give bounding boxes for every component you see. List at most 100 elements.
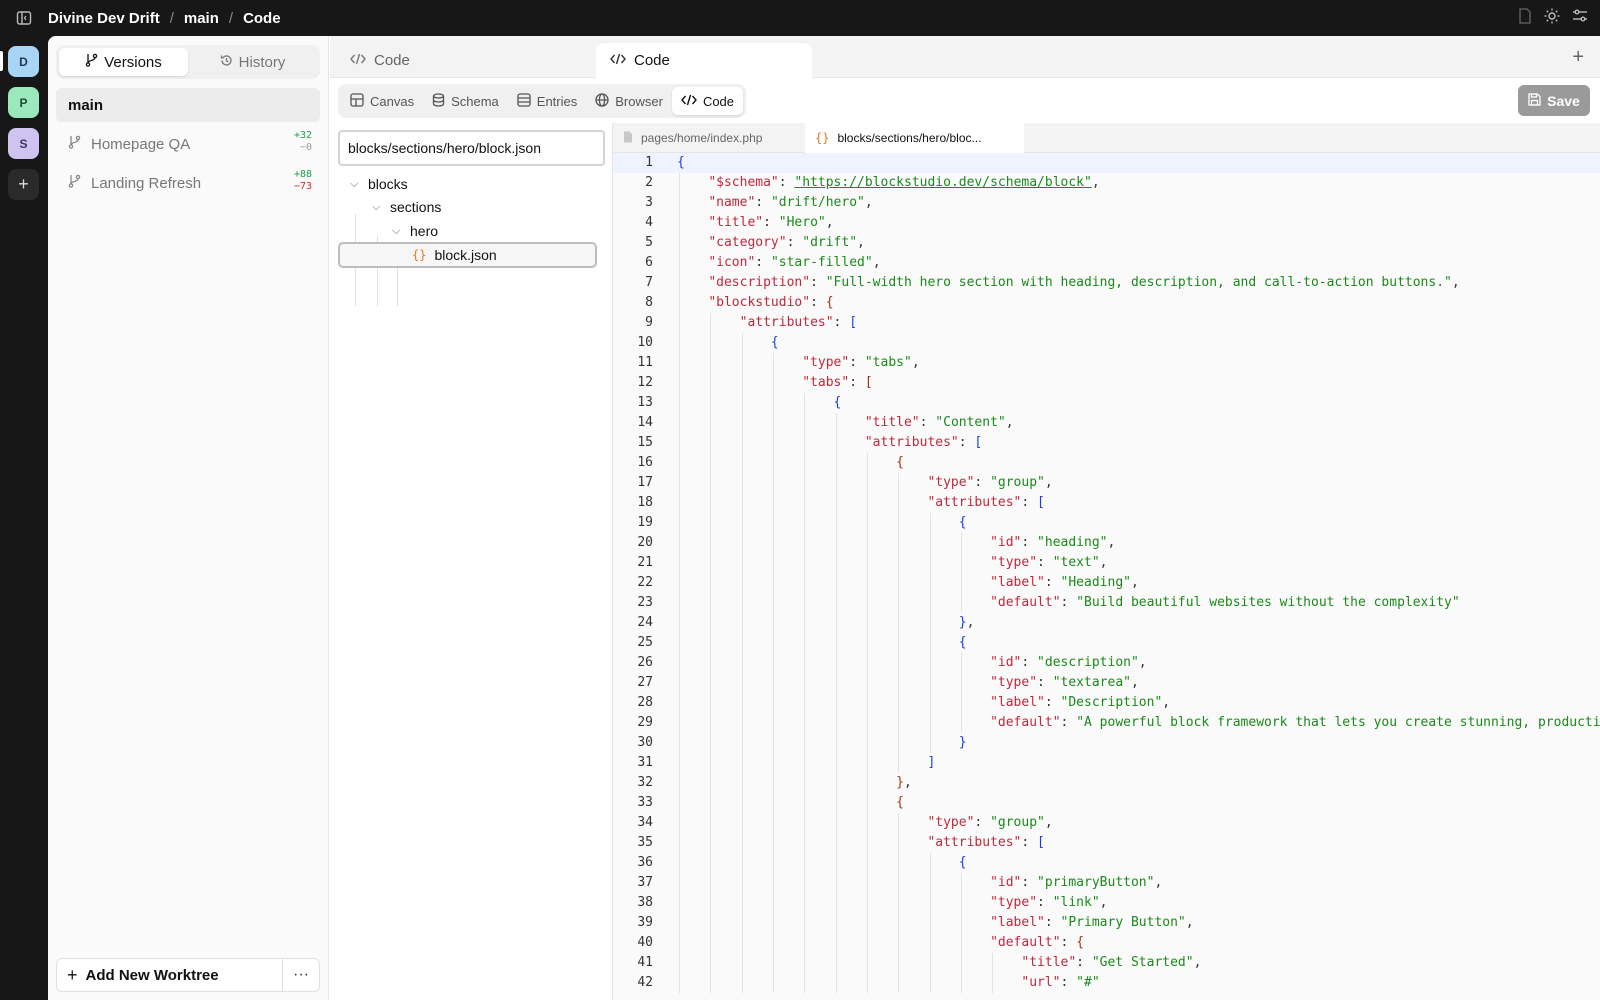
- code-line[interactable]: 18 "attributes": [: [613, 493, 1600, 513]
- code-line[interactable]: 1{: [613, 153, 1600, 173]
- code-line[interactable]: 33 {: [613, 793, 1600, 813]
- versions-sidebar: Versions History main Homepage QA +32 −0…: [48, 36, 329, 1000]
- mode-code[interactable]: Code: [671, 87, 744, 115]
- code-line[interactable]: 17 "type": "group",: [613, 473, 1600, 493]
- tree-node-block-json[interactable]: {} block.json: [338, 242, 597, 268]
- code-line[interactable]: 16 {: [613, 453, 1600, 473]
- file-path-input[interactable]: [338, 130, 605, 166]
- code-content[interactable]: 1{2 "$schema": "https://blockstudio.dev/…: [613, 153, 1600, 1000]
- code-line[interactable]: 20 "id": "heading",: [613, 533, 1600, 553]
- json-file-icon: {}: [412, 248, 427, 262]
- code-line[interactable]: 12 "tabs": [: [613, 373, 1600, 393]
- code-line[interactable]: 10 {: [613, 333, 1600, 353]
- tree-node-label: blocks: [368, 176, 408, 192]
- code-line[interactable]: 14 "title": "Content",: [613, 413, 1600, 433]
- panel-tab-code-2[interactable]: Code: [596, 43, 812, 78]
- branch-icon: [85, 53, 98, 71]
- code-icon: [350, 52, 366, 69]
- code-line[interactable]: 3 "name": "drift/hero",: [613, 193, 1600, 213]
- line-text: "label": "Primary Button",: [990, 915, 1194, 930]
- code-line[interactable]: 21 "type": "text",: [613, 553, 1600, 573]
- mode-browser[interactable]: Browser: [586, 87, 672, 115]
- code-line[interactable]: 41 "title": "Get Started",: [613, 953, 1600, 973]
- code-line[interactable]: 40 "default": {: [613, 933, 1600, 953]
- code-line[interactable]: 5 "category": "drift",: [613, 233, 1600, 253]
- mode-label: Schema: [451, 93, 499, 109]
- file-tab-block-json[interactable]: {} blocks/sections/hero/bloc...: [805, 123, 1024, 153]
- code-line[interactable]: 11 "type": "tabs",: [613, 353, 1600, 373]
- worktree-name: Landing Refresh: [91, 174, 202, 192]
- workspace-s[interactable]: S: [8, 128, 39, 159]
- code-line[interactable]: 30 }: [613, 733, 1600, 753]
- panel-tab-code-1[interactable]: Code: [336, 43, 552, 78]
- branch-main[interactable]: main: [56, 88, 320, 122]
- mode-canvas[interactable]: Canvas: [341, 87, 423, 115]
- code-line[interactable]: 24 },: [613, 613, 1600, 633]
- tab-history[interactable]: History: [188, 48, 317, 76]
- tree-node-blocks[interactable]: ⌵ blocks: [350, 173, 408, 195]
- breadcrumb-project[interactable]: Divine Dev Drift: [48, 10, 160, 27]
- code-line[interactable]: 15 "attributes": [: [613, 433, 1600, 453]
- file-tab-index-php[interactable]: pages/home/index.php: [613, 123, 805, 153]
- workspace-d[interactable]: D: [8, 46, 39, 77]
- code-line[interactable]: 13 {: [613, 393, 1600, 413]
- settings-sliders-icon[interactable]: [1572, 8, 1588, 29]
- add-worktree-button[interactable]: + Add New Worktree: [57, 959, 283, 991]
- save-button[interactable]: Save: [1518, 85, 1590, 116]
- worktree-item-landing-refresh[interactable]: Landing Refresh +88 −73: [56, 167, 320, 199]
- more-options-button[interactable]: ···: [283, 959, 319, 991]
- line-text: "default": "Build beautiful websites wit…: [990, 595, 1460, 610]
- add-tab-button[interactable]: +: [1572, 46, 1584, 69]
- code-line[interactable]: 6 "icon": "star-filled",: [613, 253, 1600, 273]
- line-text: {: [677, 155, 685, 170]
- mode-entries[interactable]: Entries: [508, 87, 586, 115]
- code-line[interactable]: 22 "label": "Heading",: [613, 573, 1600, 593]
- code-line[interactable]: 42 "url": "#": [613, 973, 1600, 993]
- workspace-p[interactable]: P: [8, 87, 39, 118]
- line-text: "$schema": "https://blockstudio.dev/sche…: [708, 175, 1100, 190]
- code-line[interactable]: 37 "id": "primaryButton",: [613, 873, 1600, 893]
- line-number: 4: [645, 215, 653, 230]
- tree-node-hero[interactable]: ⌵ hero: [392, 220, 438, 242]
- code-line[interactable]: 31 ]: [613, 753, 1600, 773]
- line-number: 42: [637, 975, 653, 990]
- line-number: 29: [637, 715, 653, 730]
- code-line[interactable]: 2 "$schema": "https://blockstudio.dev/sc…: [613, 173, 1600, 193]
- code-line[interactable]: 29 "default": "A powerful block framewor…: [613, 713, 1600, 733]
- breadcrumb-branch[interactable]: main: [184, 10, 219, 27]
- line-number: 12: [637, 375, 653, 390]
- sidebar-toggle-icon[interactable]: [0, 10, 48, 26]
- code-line[interactable]: 4 "title": "Hero",: [613, 213, 1600, 233]
- worktree-name: Homepage QA: [91, 135, 191, 153]
- document-icon[interactable]: [1518, 8, 1532, 29]
- add-workspace-button[interactable]: +: [8, 169, 39, 200]
- code-line[interactable]: 36 {: [613, 853, 1600, 873]
- code-line[interactable]: 9 "attributes": [: [613, 313, 1600, 333]
- lines-removed: −0: [299, 142, 312, 153]
- code-line[interactable]: 8 "blockstudio": {: [613, 293, 1600, 313]
- tree-node-sections[interactable]: ⌵ sections: [372, 196, 441, 218]
- code-line[interactable]: 35 "attributes": [: [613, 833, 1600, 853]
- database-icon: [432, 92, 445, 110]
- line-text: {: [958, 635, 967, 650]
- code-line[interactable]: 34 "type": "group",: [613, 813, 1600, 833]
- line-text: "description": "Full-width hero section …: [708, 275, 1460, 290]
- sun-icon[interactable]: [1544, 8, 1560, 29]
- code-line[interactable]: 39 "label": "Primary Button",: [613, 913, 1600, 933]
- mode-schema[interactable]: Schema: [423, 87, 508, 115]
- code-line[interactable]: 38 "type": "link",: [613, 893, 1600, 913]
- worktree-item-homepage-qa[interactable]: Homepage QA +32 −0: [56, 128, 320, 160]
- line-number: 18: [637, 495, 653, 510]
- tab-versions[interactable]: Versions: [59, 48, 188, 76]
- code-line[interactable]: 32 },: [613, 773, 1600, 793]
- line-text: "type": "text",: [990, 555, 1108, 570]
- code-line[interactable]: 19 {: [613, 513, 1600, 533]
- code-line[interactable]: 25 {: [613, 633, 1600, 653]
- code-line[interactable]: 28 "label": "Description",: [613, 693, 1600, 713]
- code-line[interactable]: 26 "id": "description",: [613, 653, 1600, 673]
- line-number: 34: [637, 815, 653, 830]
- code-line[interactable]: 23 "default": "Build beautiful websites …: [613, 593, 1600, 613]
- code-line[interactable]: 27 "type": "textarea",: [613, 673, 1600, 693]
- code-line[interactable]: 7 "description": "Full-width hero sectio…: [613, 273, 1600, 293]
- line-number: 35: [637, 835, 653, 850]
